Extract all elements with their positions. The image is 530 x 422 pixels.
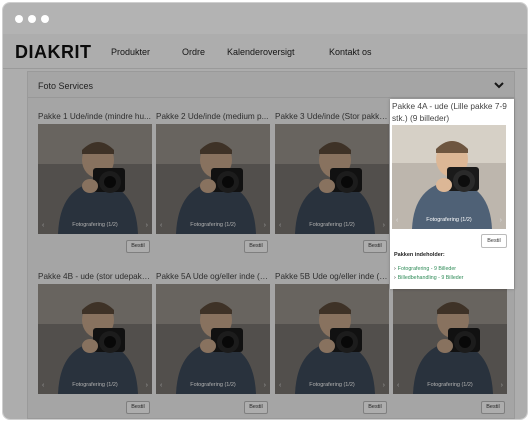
package-contents-label: Pakken indeholder: (394, 252, 445, 258)
photographer-image (275, 124, 389, 234)
browser-window: DIAKRIT Produkter Ordre Kalenderoversigt… (2, 2, 528, 420)
product-photo: ‹ Fotografering (1/2) › (393, 284, 507, 394)
next-arrow-icon[interactable]: › (264, 222, 266, 229)
photo-caption: Fotografering (1/2) (427, 382, 473, 388)
card-title: Pakke 2 Ude/inde (medium p... (156, 112, 269, 121)
highlighted-product-card[interactable]: Pakke 4A - ude (Lille pakke 7-9 stk.) (9… (390, 99, 514, 289)
panel-header[interactable]: Foto Services (28, 72, 514, 98)
product-photo: ‹ Fotografering (1/2) › (392, 125, 506, 229)
product-photo: ‹ Fotografering (1/2) › (156, 124, 270, 234)
window-minimize-dot[interactable] (28, 15, 36, 23)
panel-title: Foto Services (38, 81, 94, 91)
bestil-button[interactable]: Bestil (126, 401, 150, 414)
product-card[interactable]: Pakke 4B - ude (stor udepakk... ‹ Fotogr… (38, 270, 152, 394)
bestil-button[interactable]: Bestil (481, 234, 507, 248)
chevron-right-icon: › (394, 275, 396, 281)
next-arrow-icon[interactable]: › (500, 217, 502, 224)
package-item-label: Fotografering - 9 Billeder (397, 266, 457, 272)
bestil-button[interactable]: Bestil (363, 240, 387, 253)
card-title: Pakke 4B - ude (stor udepakk... (38, 272, 152, 281)
window-maximize-dot[interactable] (41, 15, 49, 23)
card-title: Pakke 5A Ude og/eller inde (V... (156, 272, 270, 281)
bestil-button[interactable]: Bestil (244, 401, 268, 414)
top-navbar: DIAKRIT Produkter Ordre Kalenderoversigt… (3, 34, 527, 69)
bestil-button[interactable]: Bestil (481, 401, 505, 414)
product-card[interactable]: Pakke 2 Ude/inde (medium p... ‹ Fotograf… (156, 110, 270, 234)
card-title: Pakke 3 Ude/inde (Stor pakke... (275, 112, 389, 121)
card-title: Pakke 4A - ude (Lille pakke 7-9 stk.) (9… (392, 101, 507, 123)
nav-kalenderoversigt[interactable]: Kalenderoversigt (227, 47, 295, 57)
chevron-down-icon[interactable] (492, 78, 506, 92)
product-card[interactable]: Pakke 3 Ude/inde (Stor pakke... ‹ Fotogr… (275, 110, 389, 234)
product-photo: ‹ Fotografering (1/2) › (275, 124, 389, 234)
product-card[interactable]: Pakke 1 Ude/inde (mindre hu... ‹ Fotogra… (38, 110, 152, 234)
photographer-image (392, 125, 506, 229)
photographer-image (38, 124, 152, 234)
product-photo: ‹ Fotografering (1/2) › (38, 124, 152, 234)
photo-caption: Fotografering (1/2) (190, 382, 236, 388)
product-card[interactable]: Pakke 5A Ude og/eller inde (V... ‹ Fotog… (156, 270, 270, 394)
next-arrow-icon[interactable]: › (146, 382, 148, 389)
nav-ordre[interactable]: Ordre (182, 47, 205, 57)
package-item-label: Billedbehandling - 9 Billeder (397, 275, 464, 281)
next-arrow-icon[interactable]: › (146, 222, 148, 229)
logo[interactable]: DIAKRIT (15, 42, 92, 63)
nav-produkter[interactable]: Produkter (111, 47, 150, 57)
card-title: Pakke 1 Ude/inde (mindre hu... (38, 112, 151, 121)
next-arrow-icon[interactable]: › (383, 382, 385, 389)
next-arrow-icon[interactable]: › (383, 222, 385, 229)
photographer-image (275, 284, 389, 394)
next-arrow-icon[interactable]: › (264, 382, 266, 389)
photo-caption: Fotografering (1/2) (72, 222, 118, 228)
photo-caption: Fotografering (1/2) (309, 382, 355, 388)
window-close-dot[interactable] (15, 15, 23, 23)
photographer-image (156, 124, 270, 234)
bestil-button[interactable]: Bestil (244, 240, 268, 253)
bestil-button[interactable]: Bestil (363, 401, 387, 414)
photo-caption: Fotografering (1/2) (309, 222, 355, 228)
window-titlebar (3, 3, 527, 34)
package-item[interactable]: › Fotografering - 9 Billeder (394, 266, 456, 272)
product-photo: ‹ Fotografering (1/2) › (156, 284, 270, 394)
photo-caption: Fotografering (1/2) (72, 382, 118, 388)
photographer-image (156, 284, 270, 394)
product-card[interactable]: Pakke 5B Ude og/eller inde (V... ‹ Fotog… (275, 270, 389, 394)
nav-kontakt-os[interactable]: Kontakt os (329, 47, 372, 57)
card-title: Pakke 5B Ude og/eller inde (V... (275, 272, 389, 281)
photographer-image (393, 284, 507, 394)
next-arrow-icon[interactable]: › (501, 382, 503, 389)
photo-caption: Fotografering (1/2) (190, 222, 236, 228)
photo-caption: Fotografering (1/2) (426, 217, 472, 223)
product-photo: ‹ Fotografering (1/2) › (275, 284, 389, 394)
package-item[interactable]: › Billedbehandling - 9 Billeder (394, 275, 463, 281)
bestil-button[interactable]: Bestil (126, 240, 150, 253)
product-photo: ‹ Fotografering (1/2) › (38, 284, 152, 394)
chevron-right-icon: › (394, 266, 396, 272)
photographer-image (38, 284, 152, 394)
